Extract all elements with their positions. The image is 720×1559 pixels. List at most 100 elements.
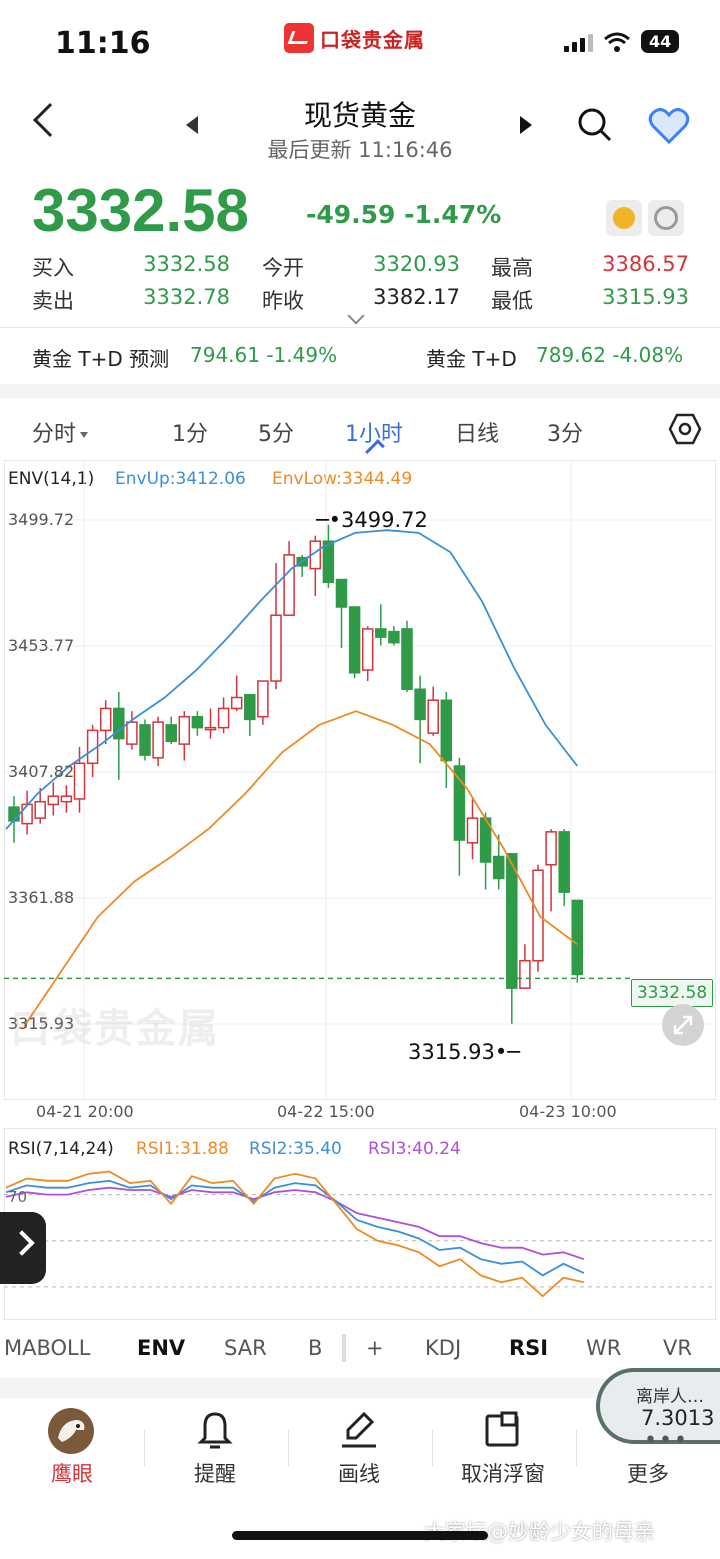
time-axis-label: 04-21 20:00 [36,1102,134,1121]
float-window-icon[interactable] [484,1410,522,1448]
wifi-icon [604,32,630,52]
favorite-heart-icon[interactable] [648,106,690,146]
candle-body [558,831,570,893]
time-axis-label: 04-22 15:00 [277,1102,375,1121]
logo-text: 口袋贵金属 [320,27,425,52]
status-icons: 44 [564,30,680,53]
high-value: 3386.57 [602,252,689,276]
candle-body [545,831,557,866]
price-axis-label: 3453.77 [8,636,75,655]
candle-body [60,795,73,803]
indicator-tab-wr[interactable]: WR [586,1336,621,1360]
search-icon[interactable] [576,106,612,142]
candle-body [270,614,282,682]
high-annotation: ─•3499.72 [316,508,428,532]
indicator-add-button[interactable]: + [366,1336,384,1360]
low-annotation: 3315.93•─ [408,1040,520,1064]
bell-icon[interactable] [197,1410,233,1452]
high-annotation-value: 3499.72 [341,508,428,532]
tab-daily[interactable]: 日线 [455,416,499,448]
time-axis-label: 04-23 10:00 [519,1102,617,1121]
exchange-icon[interactable] [648,200,684,236]
current-price-tag: 3332.58 [631,979,713,1007]
tab-intraday[interactable]: 分时 [32,416,76,448]
rsi1-value: RSI1:31.88 [136,1139,229,1159]
section-gap [0,384,720,398]
candle-body [322,540,335,584]
candle-body [126,721,138,745]
more-dots-icon[interactable]: ••• [644,1428,689,1453]
candle-body [492,855,505,880]
high-label: 最高 [491,256,533,280]
candle-body [191,715,204,729]
rsi-level-label: 70 [8,1188,28,1206]
last-updated: 最后更新 11:16:46 [267,138,453,162]
battery-icon: 44 [641,30,680,53]
candle-body [34,800,46,819]
related-name-2[interactable]: 黄金 T+D [426,343,517,372]
settings-icon[interactable] [668,412,702,446]
indicator-tab-b[interactable]: B [308,1336,322,1360]
candle-body [375,628,387,638]
indicator-tab-vr[interactable]: VR [663,1336,692,1360]
nav-eagle-eye[interactable]: 鹰眼 [0,1458,144,1488]
side-expand-handle[interactable] [0,1212,46,1284]
related-name-1[interactable]: 黄金 T+D 预测 [32,343,169,372]
eagle-icon[interactable] [48,1408,94,1454]
candle-body [348,606,361,674]
tab-5min[interactable]: 5分 [258,416,294,448]
nav-draw-line[interactable]: 画线 [287,1458,431,1488]
candle-body [506,853,518,989]
candle-body [139,724,151,756]
candle-body [152,721,164,759]
divider [0,327,720,328]
candle-body [414,688,426,721]
related-value-2: 789.62 -4.08% [536,343,684,367]
prev-close-value: 3382.17 [373,285,460,309]
caret-down-icon [80,432,88,438]
app-logo: 口袋贵金属 [284,22,440,54]
candle-body [165,724,177,743]
candle-body [453,765,466,841]
fullscreen-icon[interactable] [662,1004,704,1046]
rsi-indicator-name: RSI(7,14,24) [8,1139,114,1159]
expand-chevron-icon[interactable] [347,307,365,325]
nav-cancel-float[interactable]: 取消浮窗 [431,1458,575,1488]
logo-icon [284,23,314,53]
candle-body [283,554,295,616]
candle-body [73,762,86,800]
tab-3min[interactable]: 3分 [547,416,583,448]
candle-body [532,869,544,962]
buy-value: 3332.58 [143,252,230,276]
rsi3-line [5,1186,585,1261]
candle-body [388,630,400,644]
tab-1min[interactable]: 1分 [172,416,208,448]
indicator-tab-kdj[interactable]: KDJ [425,1336,461,1360]
candle-body [244,693,256,721]
candle-body [519,959,531,989]
pencil-icon[interactable] [340,1410,378,1450]
prev-close-label: 昨收 [262,289,304,313]
candle-body [427,699,439,734]
indicator-tab-maboll[interactable]: MABOLL [4,1336,90,1360]
page-title: 现货黄金 [303,99,416,132]
nav-alert[interactable]: 提醒 [143,1458,287,1488]
next-symbol-icon[interactable] [520,116,532,134]
candle-body [204,726,217,731]
indicator-tab-rsi[interactable]: RSI [509,1336,548,1360]
price-axis-label: 3499.72 [8,510,75,529]
signal-icon [564,32,593,52]
indicator-separator [342,1334,346,1362]
replay-icon[interactable] [606,200,642,236]
status-time: 11:16 [55,26,151,61]
home-indicator[interactable] [232,1531,488,1540]
low-value: 3315.93 [602,285,689,309]
candle-body [217,707,230,729]
nav-more[interactable]: 更多 [576,1458,720,1488]
low-annotation-value: 3315.93 [408,1040,495,1064]
price-axis-label: 3361.88 [8,888,75,907]
candle-body [466,817,479,844]
rsi-chart[interactable] [4,1160,716,1310]
indicator-tab-sar[interactable]: SAR [224,1336,267,1360]
indicator-tab-env[interactable]: ENV [137,1336,185,1360]
